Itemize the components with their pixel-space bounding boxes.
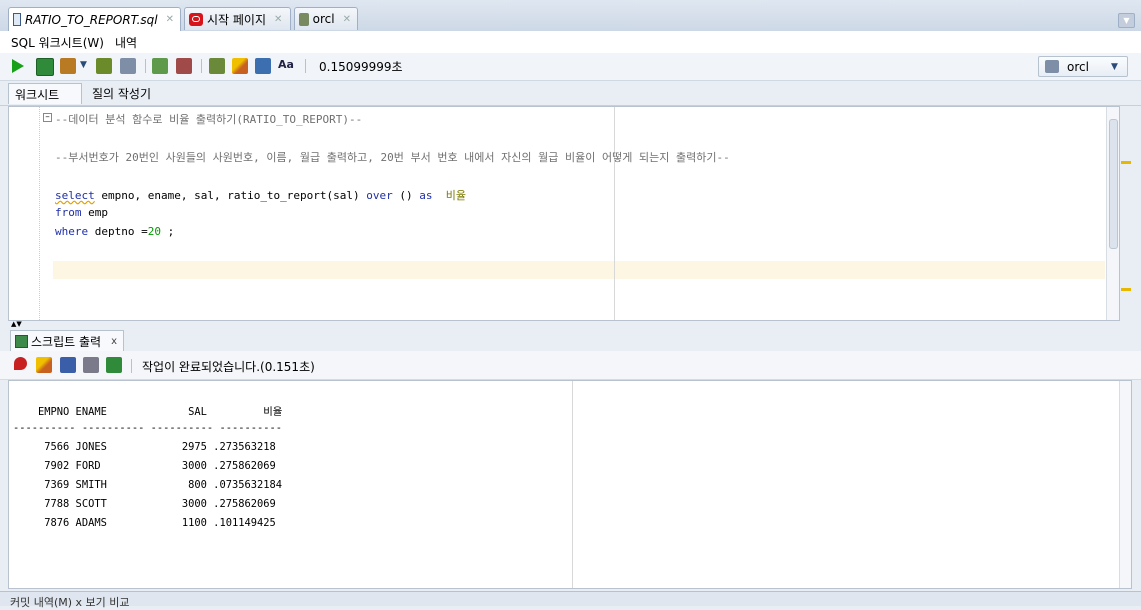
tab-sql-worksheet[interactable]: SQL 워크시트(W) — [11, 34, 104, 51]
line-gutter — [9, 107, 40, 320]
tab-label: RATIO_TO_REPORT.sql — [24, 12, 158, 27]
autotrace-icon[interactable] — [60, 58, 76, 74]
scrollbar-thumb[interactable] — [1109, 119, 1118, 249]
code-line-comment-2: --부서번호가 20번인 사원들의 사원번호, 이름, 월급 출력하고, 20번… — [55, 151, 730, 164]
panel-splitter[interactable]: ▲▼ — [0, 321, 1141, 329]
output-row: 7876 ADAMS 1100 .101149425 — [13, 517, 276, 529]
tab-label: 스크립트 출력 — [31, 334, 102, 349]
bottom-tabs[interactable]: 커밋 내역(M) x 보기 비교 — [10, 594, 130, 610]
chevron-down-icon: ▼ — [1111, 62, 1118, 72]
tab-orcl[interactable]: orcl ✕ — [294, 7, 358, 30]
sql-editor[interactable]: − --데이터 분석 함수로 비율 출력하기(RATIO_TO_REPORT)-… — [8, 106, 1120, 321]
output-margin-line — [572, 381, 573, 588]
execution-time: 0.15099999초 — [319, 60, 403, 74]
output-status: 작업이 완료되었습니다.(0.151초) — [142, 360, 315, 374]
worksheet-toolbar: ▼ Aa 0.15099999초 orcl ▼ — [0, 53, 1141, 81]
script-output-icon — [15, 334, 28, 348]
explain-plan-icon[interactable] — [96, 58, 112, 74]
output-row: 7369 SMITH 800 .0735632184 — [13, 479, 282, 491]
document-tab-strip: RATIO_TO_REPORT.sql ✕ 시작 페이지 ✕ orcl ✕ ▼ — [0, 0, 1141, 32]
oracle-icon — [189, 12, 203, 26]
rollback-icon[interactable] — [176, 58, 192, 74]
code-line-where: where deptno =20 ; — [55, 225, 175, 238]
right-margin-line — [614, 107, 615, 320]
open-output-icon[interactable] — [106, 357, 122, 373]
close-icon[interactable]: ✕ — [166, 14, 174, 25]
tab-label: orcl — [312, 12, 335, 26]
splitter-arrows-icon[interactable]: ▲▼ — [11, 321, 22, 328]
overview-marker[interactable] — [1121, 288, 1131, 291]
close-icon[interactable]: ✕ — [343, 14, 351, 25]
code-line-comment-1: --데이터 분석 함수로 비율 출력하기(RATIO_TO_REPORT)-- — [55, 113, 363, 126]
close-icon[interactable]: ✕ — [274, 14, 282, 25]
tab-query-builder[interactable]: 질의 작성기 — [86, 83, 157, 104]
overview-marker[interactable] — [1121, 161, 1131, 164]
tab-history[interactable]: 내역 — [115, 34, 137, 51]
database-connection-icon — [1045, 60, 1059, 73]
connection-name: orcl — [1067, 60, 1089, 74]
sql-connection-icon — [299, 12, 309, 26]
chevron-down-icon[interactable]: ▼ — [80, 60, 87, 70]
sql-file-icon — [13, 13, 21, 26]
print-icon[interactable] — [83, 357, 99, 373]
editor-scrollbar[interactable] — [1106, 107, 1119, 320]
clear-eraser-icon[interactable] — [36, 357, 52, 373]
sql-history-icon[interactable] — [255, 58, 271, 74]
script-output-area[interactable]: EMPNO ENAME SAL 비율 ---------- ----------… — [8, 380, 1132, 589]
output-divider: ---------- ---------- ---------- -------… — [13, 422, 282, 434]
clear-eraser-icon[interactable] — [232, 58, 248, 74]
tab-label: 시작 페이지 — [207, 12, 267, 27]
output-tab-bar: 스크립트 출력 x — [0, 329, 1141, 352]
format-text-icon[interactable]: Aa — [278, 58, 294, 74]
editor-mode-tabs: 워크시트 질의 작성기 — [0, 81, 1141, 106]
tab-worksheet[interactable]: 워크시트 — [8, 83, 82, 104]
output-row: 7566 JONES 2975 .273563218 — [13, 441, 276, 453]
sql-tuning-icon[interactable] — [120, 58, 136, 74]
pin-icon[interactable] — [14, 357, 27, 370]
tab-ratio-to-report-sql[interactable]: RATIO_TO_REPORT.sql ✕ — [8, 7, 181, 31]
tab-label: 질의 작성기 — [92, 87, 152, 101]
run-statement-icon[interactable] — [12, 59, 24, 73]
tab-start-page[interactable]: 시작 페이지 ✕ — [184, 7, 291, 30]
current-line-highlight — [53, 261, 1105, 279]
tab-list-dropdown-icon[interactable]: ▼ — [1118, 13, 1135, 28]
connection-select[interactable]: orcl ▼ — [1038, 56, 1128, 77]
tab-script-output[interactable]: 스크립트 출력 x — [10, 330, 124, 351]
run-script-icon[interactable] — [36, 58, 54, 76]
code-line-select: select empno, ename, sal, ratio_to_repor… — [55, 189, 467, 202]
tab-label: 워크시트 — [15, 87, 60, 102]
fold-toggle-icon[interactable]: − — [43, 113, 52, 122]
close-icon[interactable]: x — [111, 336, 117, 347]
output-header: EMPNO ENAME SAL 비율 — [13, 406, 283, 418]
output-scrollbar[interactable] — [1119, 381, 1131, 588]
save-icon[interactable] — [60, 357, 76, 373]
code-line-from: from emp — [55, 206, 108, 219]
output-toolbar: 작업이 완료되었습니다.(0.151초) — [0, 351, 1141, 380]
output-row: 7902 FORD 3000 .275862069 — [13, 460, 276, 472]
commit-icon[interactable] — [152, 58, 168, 74]
output-row: 7788 SCOTT 3000 .275862069 — [13, 498, 276, 510]
unshared-sql-icon[interactable] — [209, 58, 225, 74]
bottom-tab-bar: 커밋 내역(M) x 보기 비교 — [0, 591, 1141, 609]
worksheet-subtabs: SQL 워크시트(W) 내역 — [0, 31, 1141, 54]
